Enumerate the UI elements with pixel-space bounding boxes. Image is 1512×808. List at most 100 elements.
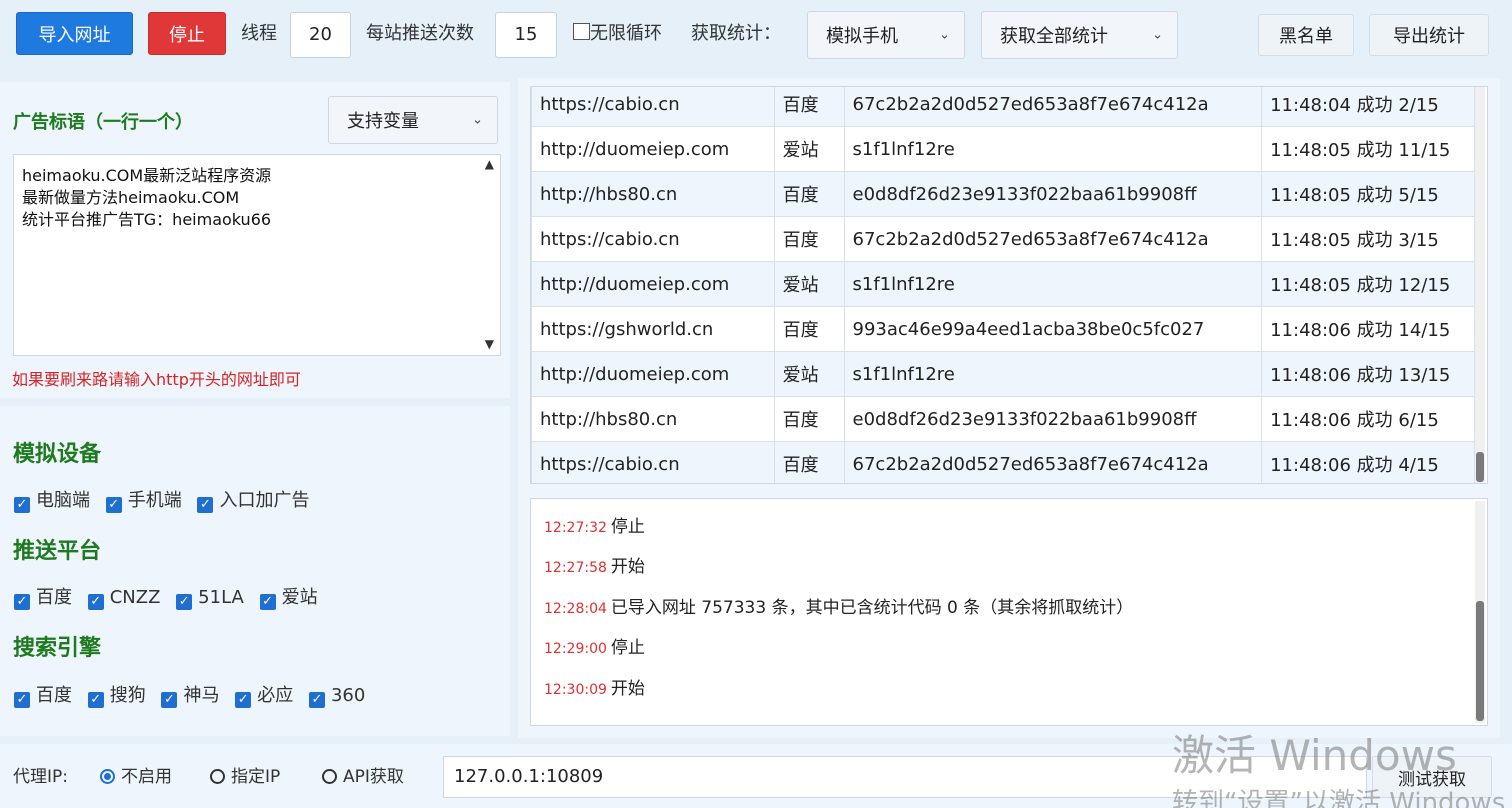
cell-url: http://duomeiep.com xyxy=(531,126,775,172)
engine-option-360[interactable]: ✓ 360 xyxy=(308,685,365,708)
table-row[interactable]: https://gshworld.cn 百度 993ac46e99a4eed1acb… xyxy=(531,306,1475,352)
log-entry: 12:30:09 开始 xyxy=(544,679,645,699)
cell-code: 67c2b2a2d0d527ed653a8f7e674c412a xyxy=(843,87,1263,127)
blacklist-button[interactable]: 黑名单 xyxy=(1258,14,1354,56)
test-proxy-button[interactable]: 测试获取 xyxy=(1372,756,1492,798)
import-url-button[interactable]: 导入网址 xyxy=(16,12,133,55)
scroll-up-icon[interactable]: ▲ xyxy=(485,157,494,171)
push-count-label: 每站推送次数 xyxy=(366,23,474,44)
cell-status: 11:48:06 成功 6/15 xyxy=(1261,396,1475,442)
table-row[interactable]: http://duomeiep.com 爱站 s1f1lnf12re 11:48:05… xyxy=(531,261,1475,307)
table-scrollbar[interactable] xyxy=(1475,87,1485,483)
log-scrollbar[interactable] xyxy=(1475,501,1485,723)
proxy-input[interactable]: 127.0.0.1:10809 xyxy=(443,756,1367,798)
check-icon: ✓ xyxy=(14,594,30,610)
check-icon: ✓ xyxy=(197,497,214,513)
check-icon: ✓ xyxy=(259,594,276,610)
cell-url: http://duomeiep.com xyxy=(531,351,775,397)
engine-option-baidu[interactable]: ✓ 百度 xyxy=(14,685,72,708)
cell-url: https://cabio.cn xyxy=(531,441,775,483)
cell-platform: 百度 xyxy=(773,441,845,483)
cell-platform: 爱站 xyxy=(773,126,845,172)
chevron-down-icon: ⌄ xyxy=(939,27,950,43)
stats-select-value: 获取全部统计 xyxy=(1000,26,1108,47)
cell-code: s1f1lnf12re xyxy=(843,261,1263,307)
device-select-value: 模拟手机 xyxy=(826,26,898,47)
result-table: https://cabio.cn 百度 67c2b2a2d0d527ed653a8f… xyxy=(531,87,1475,483)
device-option-mobile[interactable]: ✓ 手机端 xyxy=(105,490,182,513)
ad-line: 最新做量方法heimaoku.COM xyxy=(22,188,240,207)
stats-label: 获取统计： xyxy=(691,23,781,44)
proxy-option-api[interactable]: API获取 xyxy=(322,765,404,789)
table-row[interactable]: https://cabio.cn 百度 67c2b2a2d0d527ed653a8f… xyxy=(531,216,1475,262)
check-icon: ✓ xyxy=(105,497,122,513)
ad-panel: 广告标语（一行一个） 支持变量 ⌄ heimaoku.COM最新泛站程序资源 最… xyxy=(0,82,510,398)
cell-status: 11:48:05 成功 5/15 xyxy=(1261,171,1475,217)
threads-input[interactable]: 20 xyxy=(290,12,351,58)
cell-url: https://cabio.cn xyxy=(531,216,775,262)
cell-url: http://hbs80.cn xyxy=(531,171,775,217)
ad-textarea[interactable]: heimaoku.COM最新泛站程序资源 最新做量方法heimaoku.COM … xyxy=(13,154,501,356)
table-row[interactable]: https://cabio.cn 百度 67c2b2a2d0d527ed653a8f… xyxy=(531,441,1475,483)
check-icon: ✓ xyxy=(14,692,30,708)
scroll-down-icon[interactable]: ▼ xyxy=(485,337,494,351)
cell-status: 11:48:06 成功 14/15 xyxy=(1261,306,1475,352)
device-option-entry-ad[interactable]: ✓ 入口加广告 xyxy=(197,490,309,513)
radio-unchecked-icon xyxy=(322,769,337,784)
engine-option-sogou[interactable]: ✓ 搜狗 xyxy=(87,685,146,708)
checkbox-unchecked-icon xyxy=(573,23,590,40)
table-row[interactable]: http://duomeiep.com 爱站 s1f1lnf12re 11:48:05… xyxy=(531,126,1475,172)
device-option-pc[interactable]: ✓ 电脑端 xyxy=(14,490,90,513)
log-entry: 12:28:04 已导入网址 757333 条，其中已含统计代码 0 条（其余将抓… xyxy=(544,598,1134,618)
infinite-loop-checkbox[interactable]: 无限循环 xyxy=(573,22,662,46)
cell-status: 11:48:06 成功 13/15 xyxy=(1261,351,1475,397)
device-title: 模拟设备 xyxy=(13,442,102,467)
table-row[interactable]: http://duomeiep.com 爱站 s1f1lnf12re 11:48:06… xyxy=(531,351,1475,397)
device-select[interactable]: 模拟手机 ⌄ xyxy=(807,11,965,59)
infinite-loop-label: 无限循环 xyxy=(590,23,662,44)
ad-hint: 如果要刷来路请输入http开头的网址即可 xyxy=(12,370,301,389)
push-count-input[interactable]: 15 xyxy=(495,12,557,58)
ad-title: 广告标语（一行一个） xyxy=(13,112,193,133)
proxy-label: 代理IP: xyxy=(13,767,68,787)
platform-option-baidu[interactable]: ✓ 百度 xyxy=(14,587,72,610)
table-scroll-thumb[interactable] xyxy=(1476,452,1484,482)
engine-option-shenma[interactable]: ✓ 神马 xyxy=(161,685,219,708)
export-stats-button[interactable]: 导出统计 xyxy=(1369,14,1489,56)
proxy-option-off[interactable]: 不启用 xyxy=(100,765,172,789)
cell-code: 67c2b2a2d0d527ed653a8f7e674c412a xyxy=(843,441,1263,483)
cell-code: 993ac46e99a4eed1acba38be0c5fc027 xyxy=(843,306,1263,352)
chevron-down-icon: ⌄ xyxy=(472,112,483,128)
variable-select[interactable]: 支持变量 ⌄ xyxy=(328,96,498,144)
radio-checked-icon xyxy=(100,769,115,784)
cell-code: s1f1lnf12re xyxy=(843,126,1263,172)
table-row[interactable]: https://cabio.cn 百度 67c2b2a2d0d527ed653a8f… xyxy=(531,87,1475,127)
radio-unchecked-icon xyxy=(210,769,225,784)
result-table-frame: https://cabio.cn 百度 67c2b2a2d0d527ed653a8f… xyxy=(530,86,1488,484)
table-row[interactable]: http://hbs80.cn 百度 e0d8df26d23e9133f022baa… xyxy=(531,171,1475,217)
platform-option-51la[interactable]: ✓ 51LA xyxy=(176,587,244,610)
log-entry: 12:29:00 停止 xyxy=(544,638,645,658)
cell-status: 11:48:04 成功 2/15 xyxy=(1261,87,1475,127)
ad-line: heimaoku.COM最新泛站程序资源 xyxy=(22,166,272,185)
engine-title: 搜索引擎 xyxy=(13,636,102,661)
log-scroll-thumb[interactable] xyxy=(1476,601,1484,721)
cell-platform: 百度 xyxy=(773,396,845,442)
stop-button[interactable]: 停止 xyxy=(148,12,226,55)
engine-option-bing[interactable]: ✓ 必应 xyxy=(235,685,293,708)
stats-select[interactable]: 获取全部统计 ⌄ xyxy=(981,11,1178,59)
cell-status: 11:48:06 成功 4/15 xyxy=(1261,441,1475,483)
table-row[interactable]: http://hbs80.cn 百度 e0d8df26d23e9133f022baa… xyxy=(531,396,1475,442)
platform-option-aizhan[interactable]: ✓ 爱站 xyxy=(259,587,318,610)
platform-option-cnzz[interactable]: ✓ CNZZ xyxy=(87,587,160,610)
check-icon: ✓ xyxy=(176,594,193,610)
check-icon: ✓ xyxy=(161,692,178,708)
cell-status: 11:48:05 成功 3/15 xyxy=(1261,216,1475,262)
cell-code: e0d8df26d23e9133f022baa61b9908ff xyxy=(843,171,1263,217)
cell-code: 67c2b2a2d0d527ed653a8f7e674c412a xyxy=(843,216,1263,262)
variable-select-value: 支持变量 xyxy=(347,111,419,132)
check-icon: ✓ xyxy=(14,497,30,513)
cell-status: 11:48:05 成功 12/15 xyxy=(1261,261,1475,307)
log-entry: 12:27:58 开始 xyxy=(544,557,645,577)
proxy-option-ip[interactable]: 指定IP xyxy=(210,765,280,789)
